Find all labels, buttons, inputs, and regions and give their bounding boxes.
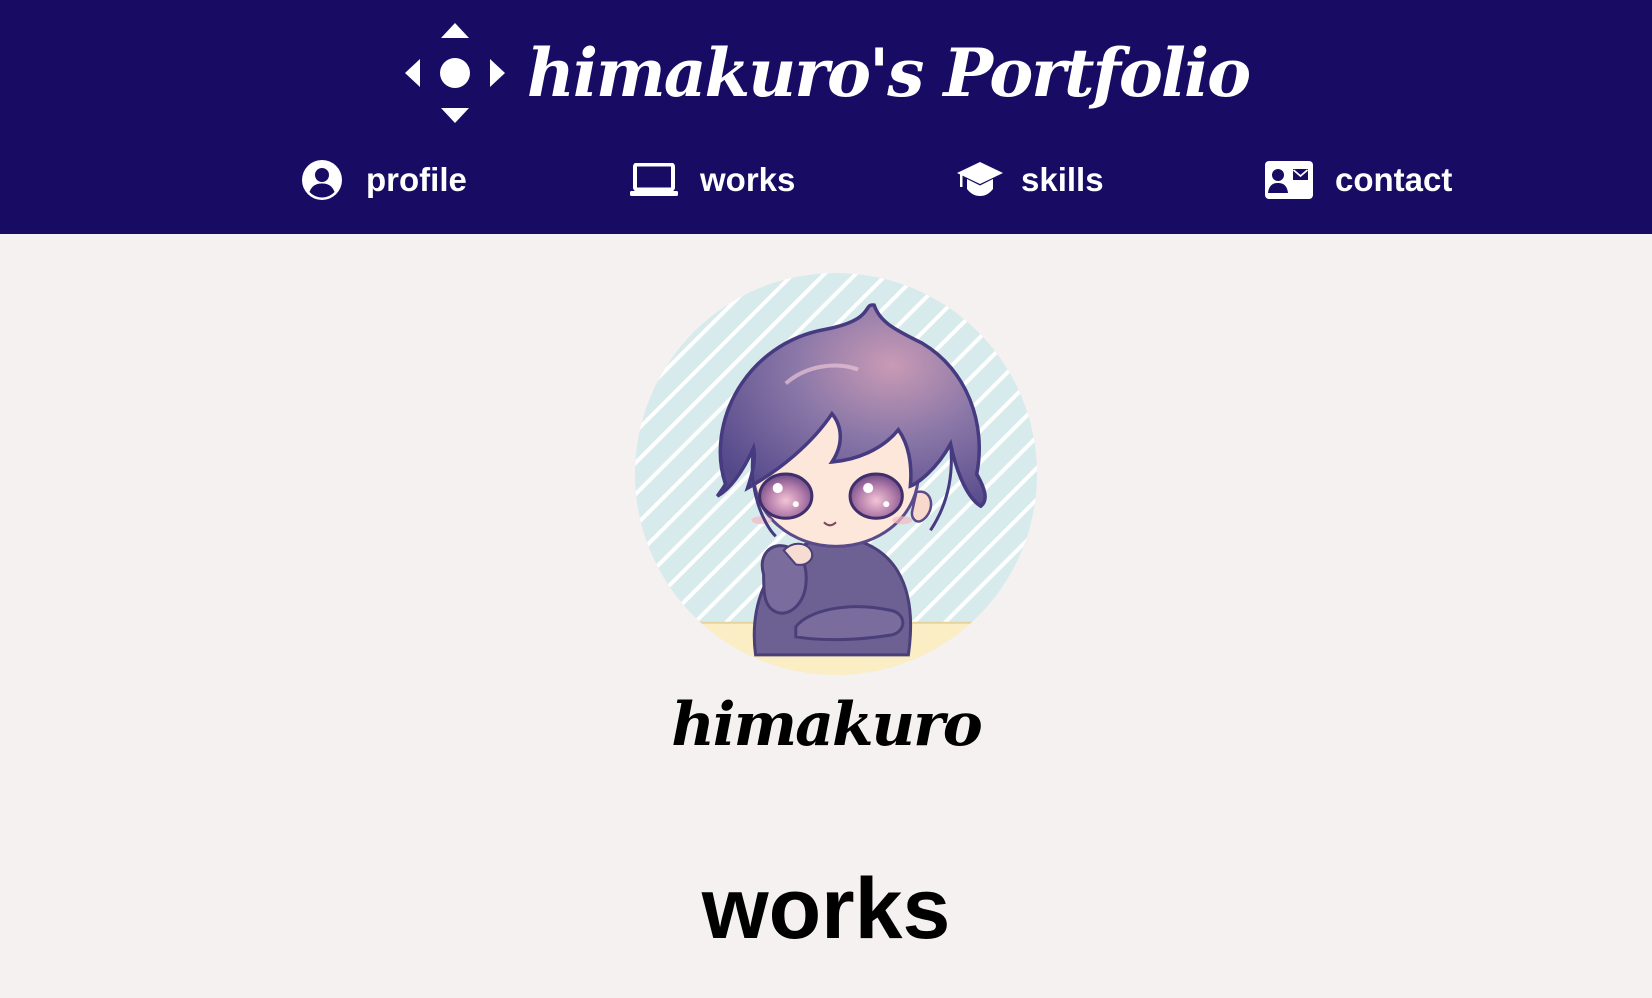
graduation-cap-icon [957,162,1003,196]
site-title: himakuro's Portfolio [526,34,1251,112]
laptop-icon [630,163,678,196]
nav-label-works: works [700,161,796,198]
site-header: himakuro's Portfolio profile works skill… [0,0,1652,234]
directional-diamond-icon [404,23,505,123]
user-circle-icon [302,160,342,200]
nav-label-contact: contact [1335,161,1453,198]
nav-item-profile[interactable]: profile [302,152,467,208]
nav-item-contact[interactable]: contact [1265,152,1452,208]
nav-item-works[interactable]: works [630,152,795,208]
brand[interactable]: himakuro's Portfolio [0,18,1652,128]
nav-item-skills[interactable]: skills [957,152,1104,208]
contact-card-icon [1265,161,1313,199]
nav-label-skills: skills [1021,161,1104,198]
section-title-works: works [701,861,951,957]
avatar [635,273,1037,675]
profile-name: himakuro [671,690,983,760]
nav-label-profile: profile [366,161,467,198]
